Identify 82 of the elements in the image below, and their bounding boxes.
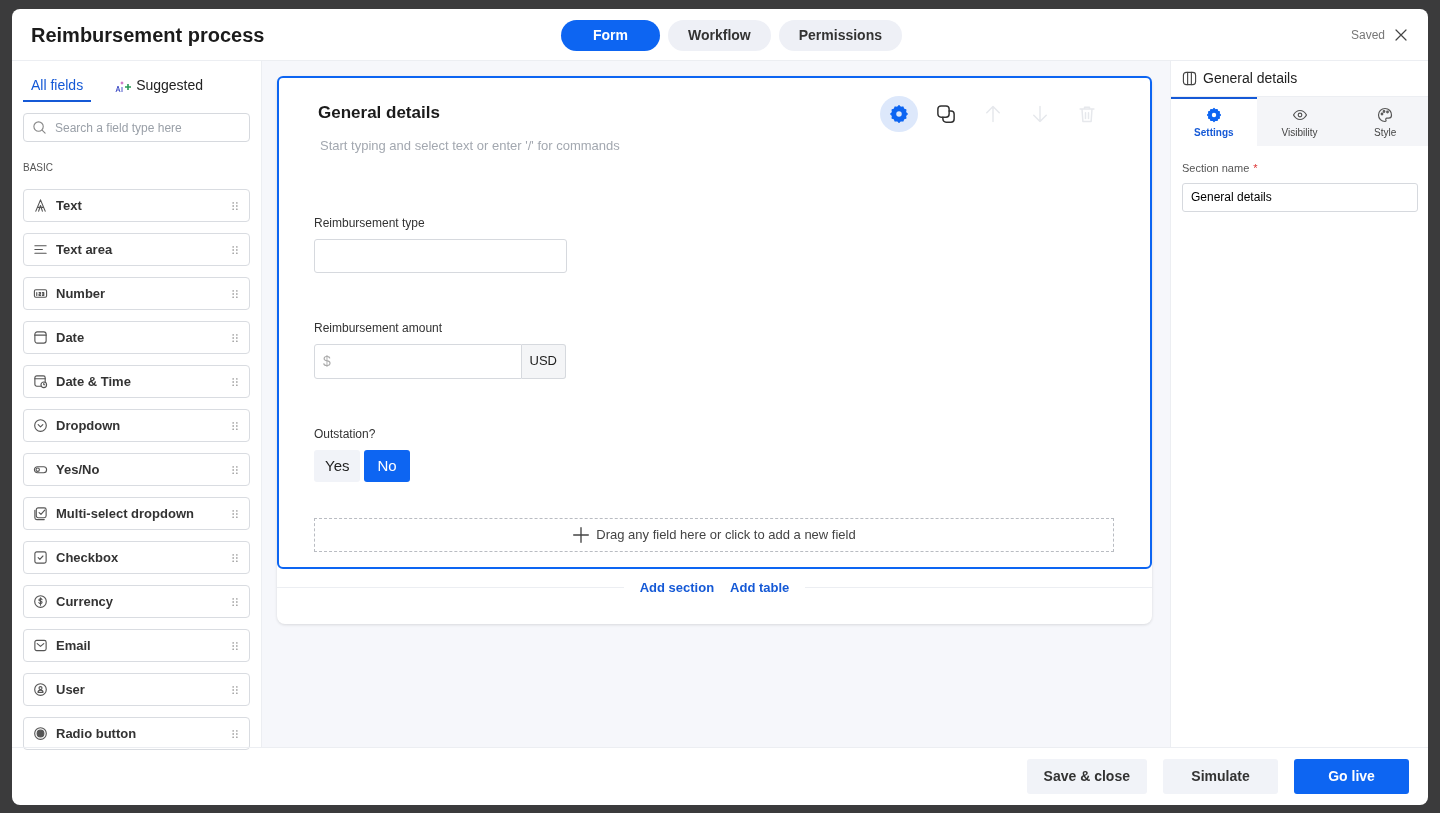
field-type-label: Dropdown xyxy=(56,416,121,435)
add-link[interactable]: Add table xyxy=(730,578,790,598)
field-type-label: Email xyxy=(56,636,91,655)
field-type-item[interactable]: Date & Time xyxy=(23,365,250,398)
drop-zone-text: Drag any field here or click to add a new field xyxy=(596,526,856,545)
eye-icon xyxy=(1291,107,1308,123)
panel-tab[interactable]: Settings xyxy=(1171,97,1257,146)
footer-button[interactable]: Simulate xyxy=(1163,759,1278,794)
number-icon xyxy=(33,286,48,301)
field-type-item[interactable]: Text xyxy=(23,189,250,222)
envelope-icon xyxy=(33,638,48,653)
stacked-checkbox-icon xyxy=(33,506,48,521)
duplicate-icon xyxy=(936,104,956,124)
gear-icon xyxy=(889,104,909,124)
field-type-label: Date xyxy=(56,328,85,347)
panel-tab[interactable]: Style xyxy=(1342,97,1428,146)
field-label: Reimbursement amount xyxy=(314,319,444,337)
field-type-item[interactable]: Currency xyxy=(23,585,250,618)
field-type-item[interactable]: Multi-select dropdown xyxy=(23,497,250,530)
arrow-down-icon xyxy=(1030,104,1050,124)
search-field[interactable]: Search a field type here xyxy=(23,113,250,142)
field-type-label: Number xyxy=(56,284,106,303)
view-tab[interactable]: Workflow xyxy=(668,20,771,51)
choice-toggle[interactable]: Yes xyxy=(314,449,361,482)
footer-button[interactable]: Go live xyxy=(1294,759,1409,794)
add-link[interactable]: Add section xyxy=(639,578,715,598)
checkbox-icon xyxy=(33,550,48,565)
gear-icon xyxy=(1205,107,1222,123)
field-type-label: Date & Time xyxy=(56,372,131,391)
field-type-item[interactable]: Radio button xyxy=(23,717,250,750)
currency-unit: USD xyxy=(521,343,566,379)
lines-icon xyxy=(33,242,48,257)
dollar-circle-icon xyxy=(33,594,48,609)
search-icon xyxy=(32,120,47,135)
required-asterisk: * xyxy=(1253,161,1258,176)
field-type-label: Yes/No xyxy=(56,460,100,479)
radio-icon xyxy=(33,726,48,741)
chevron-circle-icon xyxy=(33,418,48,433)
calendar-icon xyxy=(33,330,48,345)
panel-title: General details xyxy=(1203,69,1298,88)
footer-button[interactable]: Save & close xyxy=(1026,759,1147,794)
palette-icon xyxy=(1377,107,1394,123)
letter-a-icon xyxy=(33,198,48,213)
field-type-item[interactable]: Checkbox xyxy=(23,541,250,574)
field-type-item[interactable]: Text area xyxy=(23,233,250,266)
group-heading: BASIC xyxy=(23,161,54,175)
sidebar-tab[interactable]: Suggested xyxy=(107,69,212,102)
saved-status: Saved xyxy=(1350,26,1385,44)
field-type-item[interactable]: Dropdown xyxy=(23,409,250,442)
section-name-input[interactable]: General details xyxy=(1182,182,1418,212)
user-circle-icon xyxy=(33,682,48,697)
field-type-label: Radio button xyxy=(56,724,137,743)
field-type-item[interactable]: User xyxy=(23,673,250,706)
trash-icon xyxy=(1077,104,1097,124)
view-tab[interactable]: Form xyxy=(561,20,660,51)
calendar-clock-icon xyxy=(33,374,48,389)
columns-icon xyxy=(1182,71,1197,86)
field-type-item[interactable]: Yes/No xyxy=(23,453,250,486)
panel-tab[interactable]: Visibility xyxy=(1256,97,1343,146)
field-type-label: Text area xyxy=(56,240,113,259)
drop-zone[interactable]: Drag any field here or click to add a new field xyxy=(314,518,1114,552)
field-type-label: Text xyxy=(56,196,82,215)
field-type-label: User xyxy=(56,680,85,699)
field-type-item[interactable]: Email xyxy=(23,629,250,662)
field-label: Outstation? xyxy=(314,425,377,443)
section-tool-button[interactable] xyxy=(880,96,918,132)
field-label: Reimbursement type xyxy=(314,214,426,232)
field-type-label: Currency xyxy=(56,592,114,611)
section-title: General details xyxy=(318,102,440,124)
plus-icon xyxy=(572,526,591,544)
text-input[interactable] xyxy=(314,238,567,273)
field-type-label: Multi-select dropdown xyxy=(56,504,194,523)
currency-input[interactable]: $ xyxy=(314,343,522,379)
arrow-up-icon xyxy=(983,104,1003,124)
window-title: Reimbursement process xyxy=(31,22,265,48)
section-name-label: Section name xyxy=(1182,161,1250,176)
field-type-item[interactable]: Date xyxy=(23,321,250,354)
view-tab[interactable]: Permissions xyxy=(778,20,902,51)
field-type-item[interactable]: Number xyxy=(23,277,250,310)
field-type-label: Checkbox xyxy=(56,548,119,567)
sidebar-tab[interactable]: All fields xyxy=(23,69,92,102)
choice-toggle[interactable]: No xyxy=(364,449,410,482)
